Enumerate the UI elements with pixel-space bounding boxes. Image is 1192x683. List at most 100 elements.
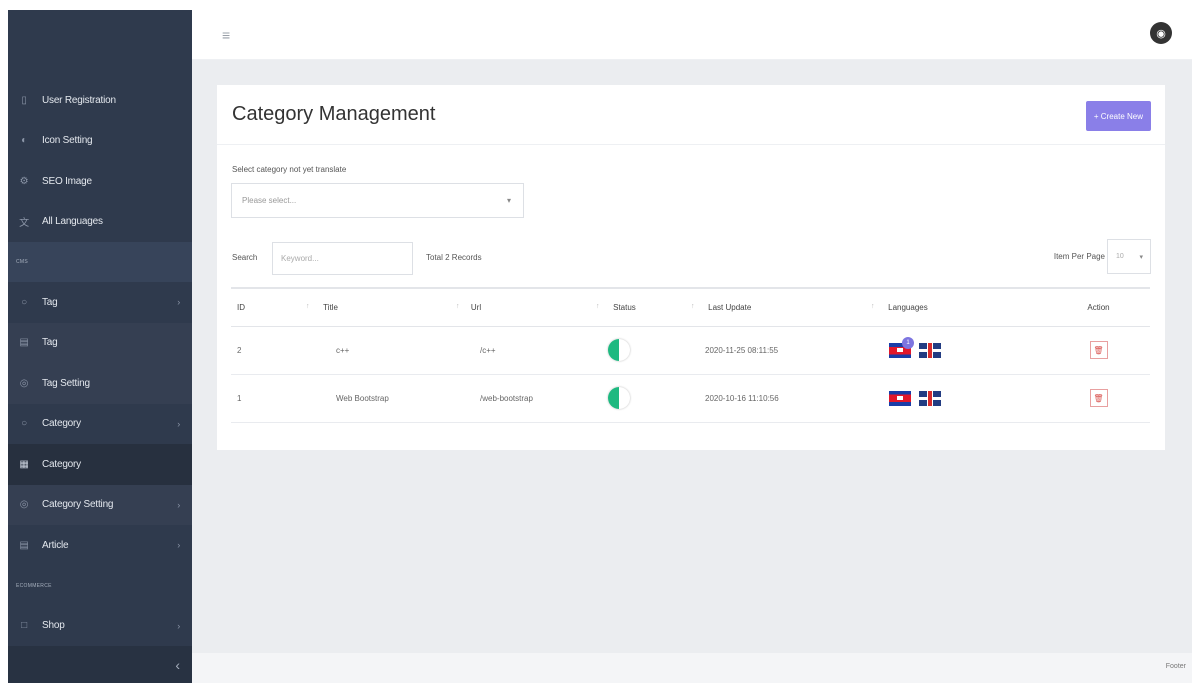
sidebar-item-tag[interactable]: ▤ Tag	[8, 322, 192, 363]
sidebar-item-tag-group[interactable]: ○ Tag ›	[8, 282, 192, 323]
sidebar-item-category[interactable]: ▦ Category	[8, 444, 192, 485]
chevron-left-icon: ‹	[175, 656, 180, 673]
status-toggle[interactable]	[608, 387, 630, 409]
sort-icon: ↑	[306, 302, 310, 310]
sidebar-item-label: SEO Image	[42, 175, 92, 187]
chevron-right-icon: ›	[177, 499, 180, 510]
sidebar-item-all-languages[interactable]: 文 All Languages	[8, 202, 192, 243]
sidebar-item-label: Tag	[42, 296, 58, 308]
sidebar-item-label: Category	[42, 458, 81, 470]
tag-icon: ○	[21, 296, 27, 308]
gear-icon: ◎	[19, 377, 29, 389]
search-input[interactable]: Keyword...	[272, 242, 413, 275]
cell-action: 🗑	[1041, 326, 1150, 374]
sidebar-item-user-registration[interactable]: ▯ User Registration	[8, 80, 192, 121]
table-row: 1 Web Bootstrap /web-bootstrap 2020-10-1…	[231, 374, 1150, 422]
uk-flag-icon[interactable]	[919, 342, 941, 358]
sidebar-item-label: Shop	[42, 620, 65, 632]
sidebar-item-category-setting[interactable]: ◎ Category Setting ›	[8, 484, 192, 525]
cell-url: /web-bootstrap	[480, 393, 533, 403]
select-category-label: Select category not yet translate	[232, 165, 347, 174]
document-icon: ▤	[19, 539, 29, 551]
gear-icon: ◎	[19, 499, 29, 511]
chevron-right-icon: ›	[177, 418, 180, 429]
cell-title: Web Bootstrap	[336, 393, 389, 403]
items-per-page-select[interactable]: 10 ▾	[1107, 239, 1151, 274]
sidebar-item-label: Tag	[42, 337, 58, 349]
sidebar-item-icon-setting[interactable]: ◐ Icon Setting	[8, 121, 192, 162]
sort-icon: ↑	[691, 302, 695, 310]
table-header-row: ID ↑ Title ↑ Url ↑ Status ↑ Last Update …	[231, 288, 1150, 326]
cell-languages	[871, 374, 1041, 422]
footer-text: Footer	[1165, 663, 1186, 670]
sidebar-section-ecommerce: ECOMMERCE	[8, 565, 192, 606]
sort-icon: ↑	[871, 302, 875, 310]
cambodia-flag-icon[interactable]	[889, 390, 911, 406]
document-icon: ▤	[19, 337, 29, 349]
chevron-right-icon: ›	[177, 297, 180, 308]
menu-icon[interactable]: ≡	[222, 27, 230, 43]
sidebar-item-tag-setting[interactable]: ◎ Tag Setting	[8, 363, 192, 404]
language-icon: 文	[19, 218, 29, 230]
footer: Footer	[192, 653, 1192, 683]
cell-last-update: 2020-10-16 11:10:56	[705, 393, 779, 403]
sidebar-section-cms: CMS	[8, 242, 192, 282]
sidebar-item-shop[interactable]: □ Shop ›	[8, 606, 192, 647]
column-header-title[interactable]: ↑ Title	[306, 288, 456, 326]
category-card: Category Management + Create New Select …	[217, 85, 1165, 450]
sidebar-item-seo-image[interactable]: ⚙ SEO Image	[8, 161, 192, 202]
sidebar-item-label: Article	[42, 539, 69, 551]
sidebar-item-label: Icon Setting	[42, 135, 93, 147]
sidebar-item-label: User Registration	[42, 94, 116, 106]
sidebar-item-article[interactable]: ▤ Article ›	[8, 525, 192, 566]
square-icon: □	[21, 620, 27, 632]
chevron-right-icon: ›	[177, 620, 180, 631]
gear-icon: ⚙	[19, 175, 29, 187]
user-avatar-icon[interactable]: ◉	[1150, 22, 1172, 44]
cell-last-update: 2020-11-25 08:11:55	[705, 345, 779, 355]
uk-flag-icon[interactable]	[919, 390, 941, 406]
cambodia-flag-icon[interactable]: 1	[889, 336, 914, 358]
sidebar: ▯ User Registration ◐ Icon Setting ⚙ SEO…	[8, 10, 192, 683]
items-per-page-label: Item Per Page	[1053, 252, 1105, 261]
language-count-badge: 1	[902, 336, 914, 349]
column-header-status[interactable]: ↑ Status	[596, 288, 691, 326]
delete-button[interactable]: 🗑	[1089, 389, 1108, 407]
trash-icon: 🗑	[1093, 393, 1104, 403]
status-toggle[interactable]	[608, 339, 630, 361]
search-placeholder: Keyword...	[281, 254, 319, 263]
category-table: ID ↑ Title ↑ Url ↑ Status ↑ Last Update …	[231, 287, 1150, 423]
column-header-id[interactable]: ID	[231, 288, 306, 326]
chevron-down-icon: ▾	[506, 196, 511, 205]
sort-icon: ↑	[456, 302, 460, 310]
chevron-right-icon: ›	[177, 540, 180, 551]
list-icon: ▦	[19, 458, 29, 470]
cell-status	[596, 326, 691, 374]
column-header-url[interactable]: ↑ Url	[456, 288, 596, 326]
search-label: Search	[232, 253, 258, 262]
trash-icon: 🗑	[1093, 345, 1104, 355]
sidebar-item-label: All Languages	[42, 216, 103, 228]
sidebar-item-label: Tag Setting	[42, 377, 90, 389]
sidebar-header	[8, 10, 192, 80]
chevron-down-icon: ▾	[1139, 253, 1143, 261]
circle-icon: ○	[21, 418, 27, 430]
column-header-action: Action	[1087, 302, 1110, 312]
cell-status	[596, 374, 691, 422]
sidebar-item-label: Category	[42, 418, 81, 430]
sidebar-item-category-group[interactable]: ○ Category ›	[8, 404, 192, 445]
main-content: Category Management + Create New Select …	[192, 60, 1192, 653]
sort-icon: ↑	[596, 302, 600, 310]
delete-button[interactable]: 🗑	[1089, 341, 1108, 359]
column-header-languages[interactable]: ↑ Languages	[871, 288, 1041, 326]
total-records: Total 2 Records	[426, 253, 482, 262]
cell-action: 🗑	[1041, 374, 1150, 422]
column-header-last-update[interactable]: ↑ Last Update	[691, 288, 871, 326]
topbar: ≡ ◉	[192, 10, 1192, 60]
table-row: 2 c++ /c++ 2020-11-25 08:11:55 1 🗑	[231, 326, 1150, 374]
user-icon: ▯	[21, 94, 27, 106]
category-select[interactable]: Please select... ▾	[231, 183, 524, 218]
category-select-placeholder: Please select...	[242, 196, 297, 205]
create-new-button[interactable]: + Create New	[1085, 101, 1151, 131]
sidebar-collapse-button[interactable]: ‹	[8, 646, 192, 683]
